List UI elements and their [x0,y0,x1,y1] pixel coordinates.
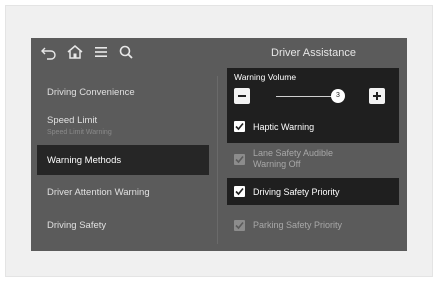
menu-icon[interactable] [91,42,111,62]
menu-item-speed-limit[interactable]: Speed Limit Speed Limit Warning [47,115,207,136]
home-icon[interactable] [65,42,85,62]
toolbar: Driver Assistance [31,38,407,68]
menu-item-label: Warning Methods [47,155,122,166]
menu-item-driving-safety[interactable]: Driving Safety [47,220,207,231]
driving-safety-priority-checkbox[interactable] [234,186,245,197]
menu-item-driving-convenience[interactable]: Driving Convenience [47,87,207,98]
page-title: Driver Assistance [271,47,356,59]
haptic-warning-checkbox[interactable] [234,121,245,132]
lane-safety-label-line1: Lane Safety Audible [253,148,334,158]
menu-item-driver-attention-warning[interactable]: Driver Attention Warning [47,187,207,198]
menu-item-label: Driving Safety [47,220,107,231]
driving-safety-priority-label: Driving Safety Priority [253,187,340,197]
lane-safety-label-line2: Warning Off [253,159,301,169]
infotainment-screen: Driver Assistance Driving Convenience Sp… [31,38,407,251]
back-icon[interactable] [39,42,59,62]
menu-item-sublabel: Speed Limit Warning [47,129,112,136]
panel-divider [217,76,218,244]
haptic-warning-label: Haptic Warning [253,122,315,132]
menu-item-label: Driving Convenience [47,87,135,98]
search-icon[interactable] [116,42,136,62]
volume-slider-knob[interactable]: 3 [331,89,345,103]
lane-safety-label: Lane Safety Audible Warning Off [253,148,333,170]
volume-increase-button[interactable] [369,88,385,104]
parking-safety-priority-checkbox [234,220,245,231]
menu-item-label: Driver Attention Warning [47,187,150,198]
menu-item-warning-methods[interactable]: Warning Methods [37,145,209,175]
volume-decrease-button[interactable] [234,88,250,104]
lane-safety-checkbox [234,154,245,165]
warning-volume-label: Warning Volume [234,72,297,82]
parking-safety-priority-label: Parking Safety Priority [253,220,343,230]
menu-item-label: Speed Limit [47,115,98,126]
